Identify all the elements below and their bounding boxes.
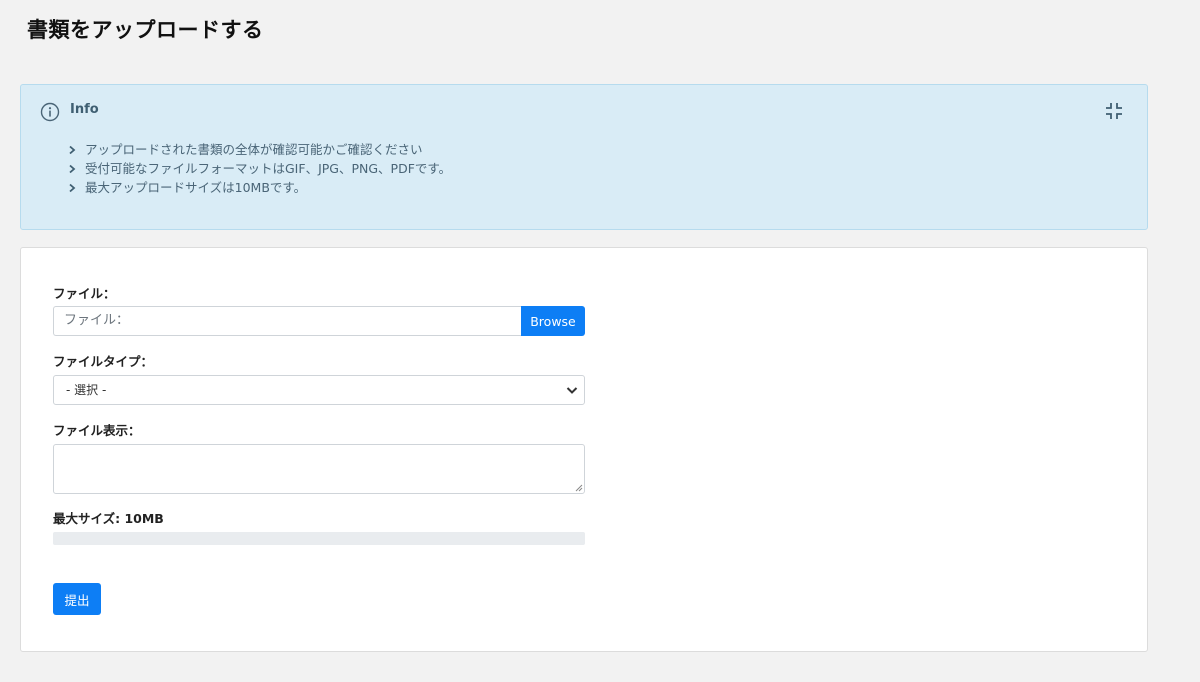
file-input-group[interactable]: ファイル： Browse — [53, 306, 585, 336]
info-item: 受付可能なファイルフォーマットはGIF、JPG、PNG、PDFです。 — [67, 159, 451, 178]
info-item: 最大アップロードサイズは10MBです。 — [67, 178, 451, 197]
page-title: 書類をアップロードする — [27, 18, 264, 42]
file-label: ファイル： — [53, 286, 116, 301]
info-circle-icon — [40, 102, 60, 122]
info-panel: Info アップロードされた書類の全体が確認可能かご確認ください 受付可能なファ… — [20, 84, 1148, 230]
upload-progress-bar — [53, 532, 585, 545]
max-size-label: 最大サイズ: 10MB — [53, 511, 164, 526]
file-type-selected: - 選択 - — [66, 383, 107, 397]
info-item-text: 最大アップロードサイズは10MBです。 — [85, 180, 307, 195]
submit-button[interactable]: 提出 — [53, 583, 101, 615]
chevron-right-icon — [69, 183, 76, 192]
info-item: アップロードされた書類の全体が確認可能かご確認ください — [67, 140, 451, 159]
file-display-textarea[interactable] — [53, 444, 585, 494]
info-item-text: アップロードされた書類の全体が確認可能かご確認ください — [85, 142, 423, 157]
compress-icon[interactable] — [1105, 102, 1123, 120]
info-title: Info — [70, 102, 99, 117]
chevron-right-icon — [69, 164, 76, 173]
chevron-down-icon — [566, 387, 578, 394]
file-type-label: ファイルタイプ： — [53, 354, 154, 369]
info-list: アップロードされた書類の全体が確認可能かご確認ください 受付可能なファイルフォー… — [67, 140, 451, 197]
upload-form: ファイル： ファイル： Browse ファイルタイプ： - 選択 - ファイル表… — [20, 247, 1148, 652]
file-display-label: ファイル表示： — [53, 423, 141, 438]
info-item-text: 受付可能なファイルフォーマットはGIF、JPG、PNG、PDFです。 — [85, 161, 452, 176]
file-type-select[interactable]: - 選択 - — [53, 375, 585, 405]
chevron-right-icon — [69, 145, 76, 154]
browse-button[interactable]: Browse — [521, 306, 585, 336]
file-input[interactable]: ファイル： — [53, 306, 521, 336]
